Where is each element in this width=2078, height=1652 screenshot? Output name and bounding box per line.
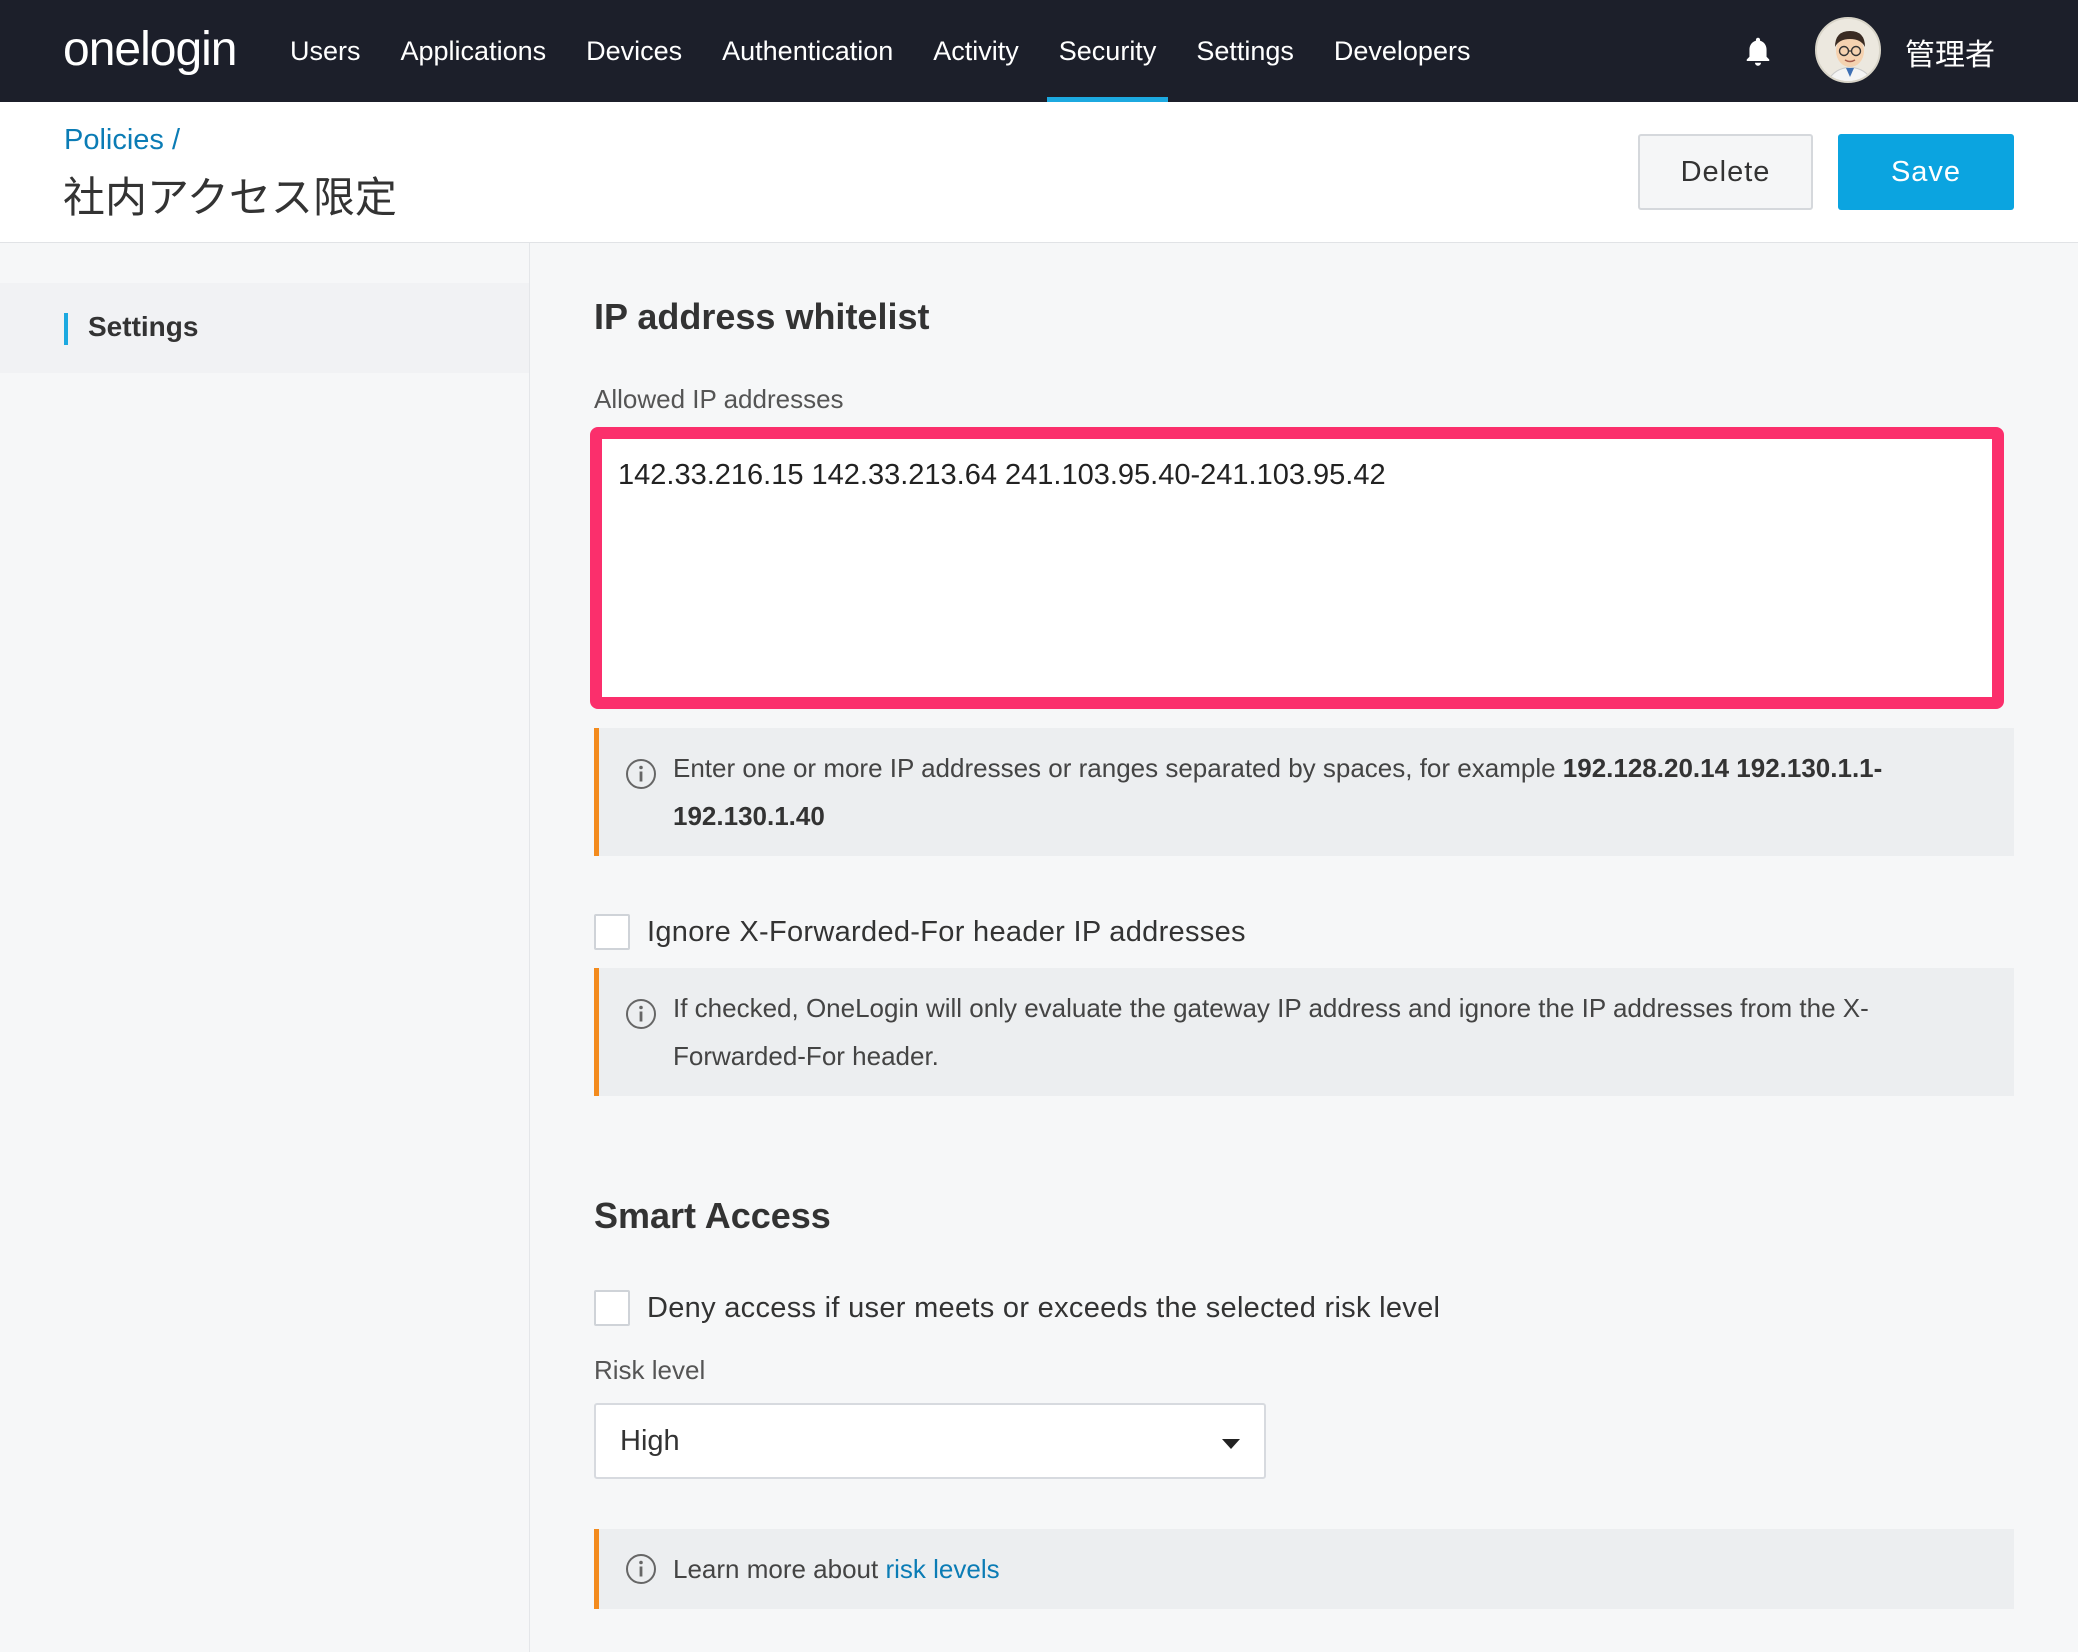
ip-whitelist-title: IP address whitelist [594,296,930,337]
nav-item-activity[interactable]: Activity [913,0,1039,102]
risk-levels-link[interactable]: risk levels [885,1554,999,1584]
page-header: Policies / 社内アクセス限定 Delete Save [0,102,2078,243]
delete-button[interactable]: Delete [1638,134,1813,210]
sidebar-item-settings[interactable]: Settings [0,283,529,373]
sidebar: Settings [0,243,530,1652]
nav-item-users[interactable]: Users [270,0,381,102]
page-title: 社内アクセス限定 [63,174,397,221]
ip-hint-text: Enter one or more IP addresses or ranges… [673,753,1563,783]
sidebar-item-label: Settings [88,311,199,342]
active-indicator [64,313,68,345]
risk-learn-box: Learn more about risk levels [594,1529,2014,1609]
deny-access-label[interactable]: Deny access if user meets or exceeds the… [647,1292,1440,1325]
xff-hint-box: If checked, OneLogin will only evaluate … [594,968,2014,1096]
risk-level-select[interactable]: High [594,1403,1266,1479]
allowed-ip-textarea[interactable]: 142.33.216.15 142.33.213.64 241.103.95.4… [590,427,2004,709]
top-nav: onelogin Users Applications Devices Auth… [0,0,2078,102]
bell-icon[interactable] [1740,34,1776,70]
nav-item-authentication[interactable]: Authentication [702,0,913,102]
caret-down-icon [1222,1439,1240,1449]
nav-item-devices[interactable]: Devices [566,0,702,102]
breadcrumb-policies[interactable]: Policies / [64,124,180,157]
ignore-xff-checkbox[interactable] [594,914,630,950]
info-icon [626,759,656,789]
risk-learn-text: Learn more about [673,1554,886,1584]
info-icon [626,1554,656,1584]
smart-access-title: Smart Access [594,1195,831,1236]
deny-access-row[interactable]: Deny access if user meets or exceeds the… [594,1290,1440,1326]
nav-item-applications[interactable]: Applications [381,0,567,102]
info-icon [626,999,656,1029]
risk-level-label: Risk level [594,1355,706,1385]
save-button[interactable]: Save [1838,134,2014,210]
risk-level-value: High [620,1425,680,1457]
allowed-ip-label: Allowed IP addresses [594,384,844,414]
ignore-xff-row[interactable]: Ignore X-Forwarded-For header IP address… [594,914,1246,950]
ignore-xff-label[interactable]: Ignore X-Forwarded-For header IP address… [647,916,1246,949]
user-name[interactable]: 管理者 [1905,30,1995,74]
xff-hint-text: If checked, OneLogin will only evaluate … [673,993,1869,1071]
nav-item-settings[interactable]: Settings [1176,0,1314,102]
nav-item-developers[interactable]: Developers [1314,0,1491,102]
user-avatar[interactable] [1815,17,1881,83]
onelogin-logo[interactable]: onelogin [63,22,237,77]
main-content: IP address whitelist Allowed IP addresse… [530,243,2078,1652]
deny-access-checkbox[interactable] [594,1290,630,1326]
nav-item-security[interactable]: Security [1039,0,1177,102]
nav-menu: Users Applications Devices Authenticatio… [270,0,1490,102]
ip-hint-box: Enter one or more IP addresses or ranges… [594,728,2014,856]
